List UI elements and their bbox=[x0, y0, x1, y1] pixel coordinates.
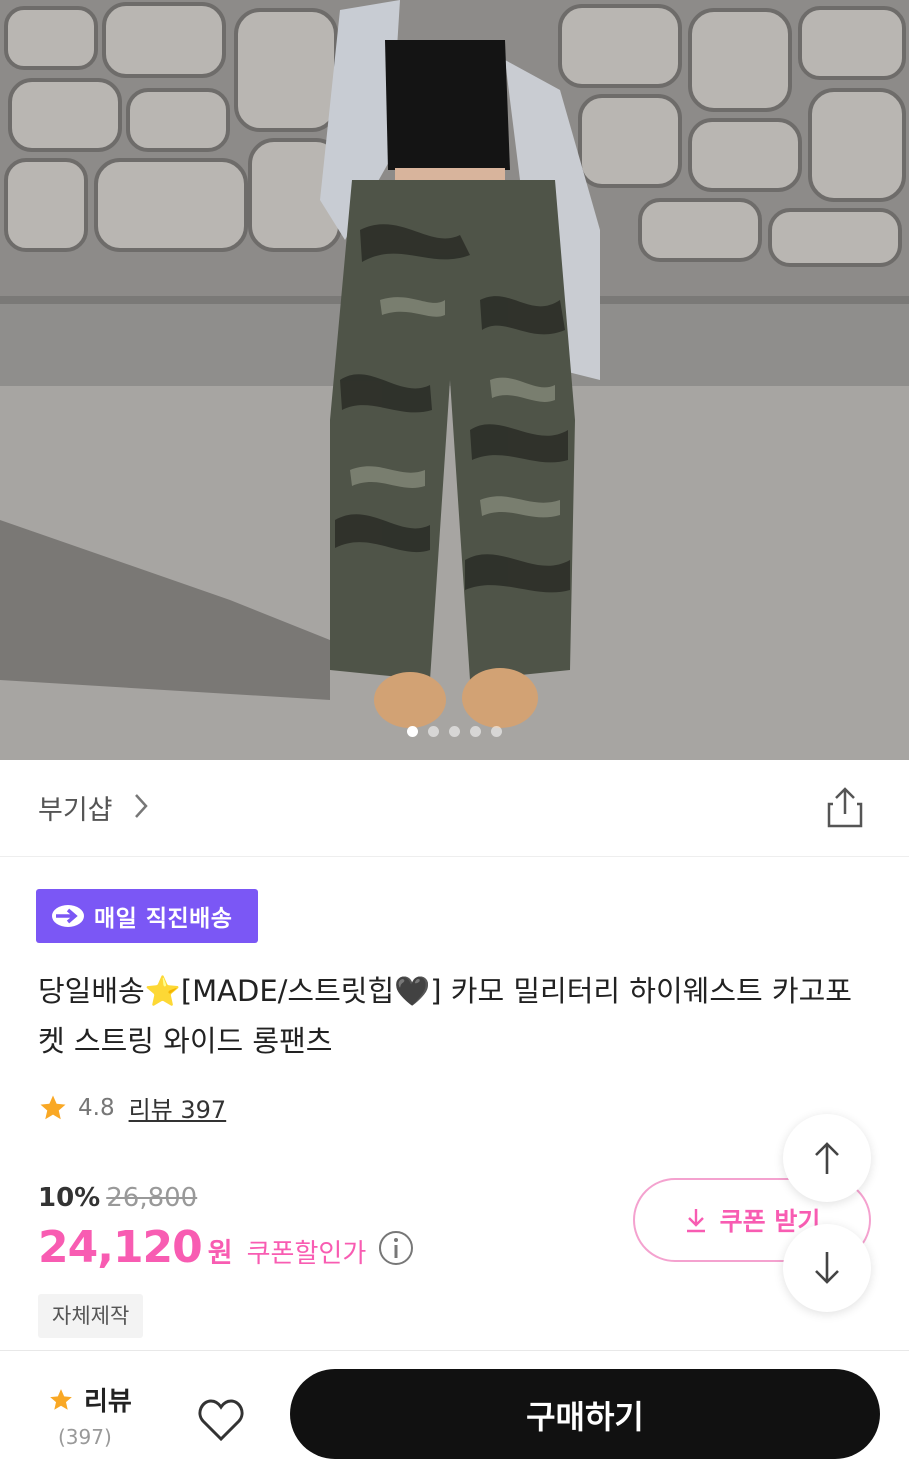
product-title: 당일배송⭐[MADE/스트릿힙🖤] 카모 밀리터리 하이웨스트 카고포켓 스트링… bbox=[38, 974, 852, 1058]
rating-row: 4.8 리뷰 397 bbox=[38, 1090, 226, 1125]
scroll-up-button[interactable] bbox=[783, 1114, 871, 1202]
currency-label: 원 bbox=[207, 1238, 233, 1269]
review-link[interactable]: 리뷰 397 bbox=[129, 1090, 227, 1125]
product-tag: 자체제작 bbox=[38, 1294, 144, 1338]
shop-row[interactable]: 부기샵 bbox=[0, 760, 909, 857]
discount-rate: 10% bbox=[38, 1183, 101, 1213]
carousel-dot[interactable] bbox=[470, 726, 481, 737]
badge-label: 매일 직진배송 bbox=[94, 906, 233, 932]
carousel-indicator bbox=[0, 726, 909, 737]
delivery-badge: 매일 직진배송 bbox=[36, 889, 258, 943]
star-icon bbox=[40, 1095, 66, 1119]
heart-icon[interactable] bbox=[198, 1399, 244, 1441]
original-price: 26,800 bbox=[106, 1183, 198, 1213]
price-row: 24,120 원 쿠폰할인가 bbox=[38, 1222, 414, 1273]
rating-score: 4.8 bbox=[78, 1094, 115, 1121]
bottom-review-count: (397) bbox=[58, 1425, 112, 1449]
carousel-dot[interactable] bbox=[491, 726, 502, 737]
chevron-right-icon bbox=[135, 794, 148, 818]
shop-name[interactable]: 부기샵 bbox=[38, 788, 113, 827]
carousel-dot[interactable] bbox=[449, 726, 460, 737]
coupon-price-label: 쿠폰할인가 bbox=[246, 1239, 367, 1269]
buy-button[interactable]: 구매하기 bbox=[290, 1369, 880, 1459]
scroll-down-button[interactable] bbox=[783, 1224, 871, 1312]
product-image[interactable] bbox=[0, 0, 909, 760]
sale-price: 24,120 bbox=[38, 1222, 203, 1273]
discount-row: 10% 26,800 bbox=[38, 1183, 197, 1213]
info-icon[interactable] bbox=[378, 1230, 414, 1266]
product-photo bbox=[0, 0, 909, 760]
bottom-review-label: 리뷰 bbox=[84, 1387, 132, 1417]
bottom-bar: 리뷰 (397) 구매하기 bbox=[0, 1350, 909, 1459]
carousel-dot[interactable] bbox=[407, 726, 418, 737]
arrow-down-icon bbox=[815, 1252, 839, 1284]
arrow-up-icon bbox=[815, 1142, 839, 1174]
star-icon bbox=[50, 1388, 72, 1410]
bottom-review[interactable]: 리뷰 bbox=[48, 1381, 132, 1418]
carousel-dot[interactable] bbox=[428, 726, 439, 737]
download-icon bbox=[686, 1209, 705, 1233]
delivery-arrow-icon bbox=[52, 905, 84, 927]
share-icon[interactable] bbox=[823, 786, 867, 830]
